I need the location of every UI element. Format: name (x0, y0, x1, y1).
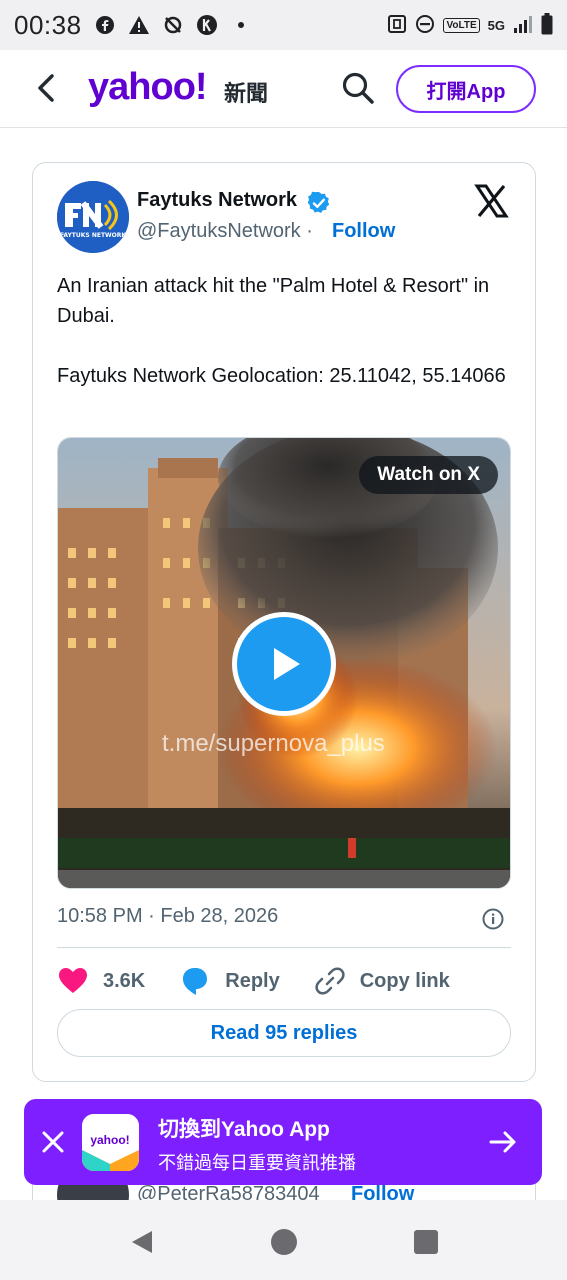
nav-home-icon[interactable] (270, 1228, 298, 1256)
app-bar: yahoo! 新聞 打開App (0, 50, 567, 128)
yahoo-logo[interactable]: yahoo! (88, 66, 208, 109)
next-author-handle[interactable]: @PeterRa58783404 (137, 1183, 320, 1200)
banner-title: 切換到Yahoo App (158, 1118, 330, 1141)
facebook-icon (94, 14, 116, 36)
dot-icon (230, 14, 252, 36)
search-icon[interactable] (340, 70, 376, 106)
system-navigation-bar (0, 1200, 567, 1280)
back-arrow-icon[interactable] (30, 70, 66, 106)
info-icon[interactable] (481, 907, 505, 931)
tweet-video[interactable]: Watch on X t.me/supernova_plus (57, 437, 511, 889)
video-watermark: t.me/supernova_plus (162, 730, 385, 757)
embedded-tweet[interactable]: FAYTUKS NETWORK Faytuks Network @Faytuks… (32, 162, 536, 1082)
link-icon (315, 967, 345, 995)
nav-back-icon[interactable] (128, 1228, 156, 1256)
avatar-caption: FAYTUKS NETWORK (60, 232, 126, 239)
next-follow-link[interactable]: Follow (351, 1183, 414, 1200)
read-replies-button[interactable]: Read 95 replies (57, 1009, 511, 1057)
divider (57, 947, 511, 948)
like-button[interactable]: 3.6K (57, 965, 145, 997)
verified-badge-icon (307, 191, 331, 215)
follow-link[interactable]: Follow (332, 220, 395, 243)
nfc-icon (387, 14, 407, 37)
banner-subtitle: 不錯過每日重要資訊推播 (158, 1153, 356, 1173)
watch-on-x-button[interactable]: Watch on X (359, 456, 498, 494)
x-logo-icon[interactable] (473, 183, 509, 219)
sync-off-icon (162, 14, 184, 36)
do-not-disturb-icon (415, 14, 435, 37)
news-label: 新聞 (224, 81, 269, 106)
open-app-button[interactable]: 打開App (396, 65, 536, 113)
play-icon[interactable] (232, 612, 336, 716)
tweet-timestamp[interactable]: 10:58 PM · Feb 28, 2026 (57, 905, 278, 928)
arrow-right-icon[interactable] (488, 1127, 518, 1157)
system-icons: VoLTE 5G (387, 12, 553, 38)
reply-icon (183, 968, 208, 995)
network-type: 5G (487, 17, 505, 33)
author-name[interactable]: Faytuks Network (137, 189, 297, 212)
nav-recents-icon[interactable] (412, 1228, 440, 1256)
reply-label: Reply (225, 969, 280, 992)
article-content[interactable]: FAYTUKS NETWORK Faytuks Network @Faytuks… (0, 128, 567, 1200)
author-avatar[interactable]: FAYTUKS NETWORK (57, 181, 129, 253)
battery-icon (541, 12, 553, 38)
app-icon-text: yahoo! (90, 1133, 129, 1147)
status-time: 00:38 (14, 9, 82, 40)
copy-link-button[interactable]: Copy link (314, 965, 450, 997)
signal-icon (513, 15, 533, 36)
warning-icon (128, 14, 150, 36)
status-bar: 00:38 VoLTE 5G (0, 0, 567, 50)
switch-to-app-banner[interactable]: yahoo! 切換到Yahoo App 不錯過每日重要資訊推播 (24, 1099, 542, 1185)
reply-button[interactable]: Reply (179, 965, 280, 997)
like-count: 3.6K (103, 969, 146, 992)
heart-icon (59, 968, 87, 993)
notification-icons (94, 14, 252, 36)
tweet-actions: 3.6K Reply Copy link (57, 963, 511, 999)
tweet-text: An Iranian attack hit the "Palm Hotel & … (57, 275, 506, 387)
close-icon[interactable] (40, 1129, 66, 1155)
copy-link-label: Copy link (359, 969, 450, 992)
volte-badge: VoLTE (443, 17, 480, 33)
k-app-icon (196, 14, 218, 36)
yahoo-app-icon: yahoo! (82, 1114, 139, 1171)
author-handle[interactable]: @FaytuksNetwork · (137, 220, 313, 243)
